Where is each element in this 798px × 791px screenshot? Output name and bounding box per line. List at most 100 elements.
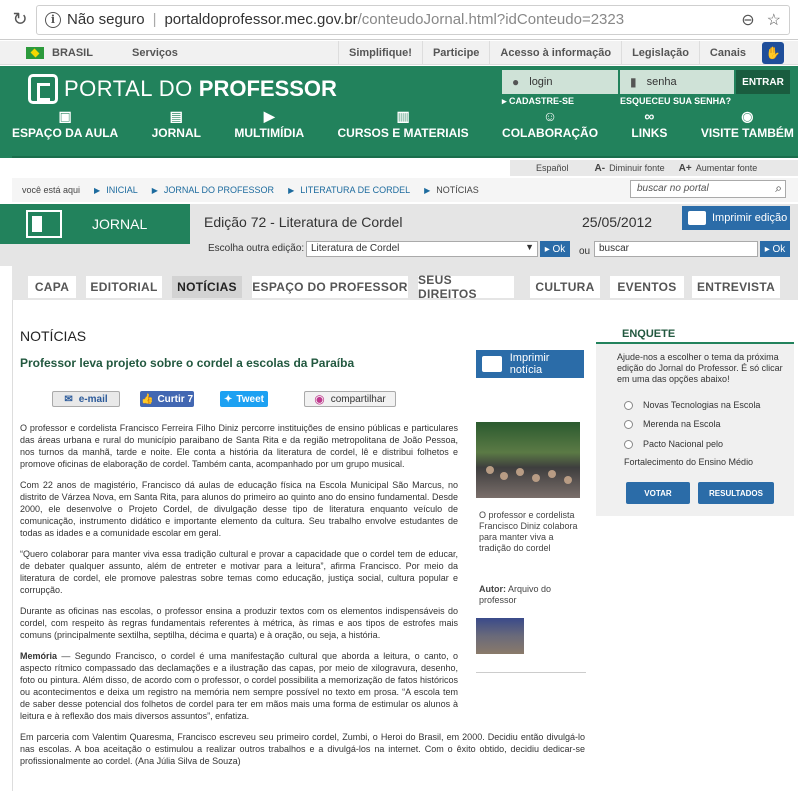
increase-font-link[interactable]: A+ Aumentar fonte [679,163,758,174]
zoom-icon[interactable]: ⊖ [741,10,754,30]
user-icon: ● [512,75,520,89]
security-label: Não seguro [67,11,145,28]
nav-cursos[interactable]: ▥ CURSOS E MATERIAIS [338,108,469,140]
enquete-option[interactable]: Merenda na Escola [624,419,721,429]
tab-seus-direitos[interactable]: SEUS DIREITOS [418,273,514,301]
browser-toolbar: ↻ i Não seguro | portaldoprofessor.mec.g… [0,0,798,40]
lock-icon: ▮ [630,75,637,89]
photo-author: Autor: Arquivo do professor [479,584,552,605]
tab-editorial[interactable]: EDITORIAL [86,276,162,298]
link-icon: ∞ [644,108,655,124]
font-tools: Español A- Diminuir fonte A+ Aumentar font… [510,160,798,176]
newspaper-icon: ▤ [169,108,183,124]
site-header: PORTAL DO PROFESSOR ● login ▮ senha ENTR… [0,66,798,158]
votar-button[interactable]: VOTAR [626,482,690,504]
login-field[interactable]: ● login [502,70,618,94]
edition-ok-button[interactable]: ▸ Ok [540,241,570,257]
tab-espaco-professor[interactable]: ESPAÇO DO PROFESSOR [252,276,408,298]
tab-eventos[interactable]: EVENTOS [610,276,684,298]
gov-link-canais[interactable]: Canais [698,40,756,65]
jornal-search-input[interactable]: buscar [594,241,758,257]
reload-icon[interactable]: ↻ [8,8,32,32]
header-divider [12,156,798,158]
address-bar[interactable]: i Não seguro | portaldoprofessor.mec.gov… [36,4,790,35]
edition-select[interactable]: Literatura de Cordel ▼ [306,241,538,257]
entrar-button[interactable]: ENTRAR [736,70,790,94]
enquete-option-continued: Fortalecimento do Ensino Médio [624,457,754,467]
print-news-button[interactable]: Imprimir notícia [476,350,584,378]
brasil-link[interactable]: BRASIL [52,47,112,59]
people-icon: ☺ [542,108,558,124]
article-paragraph: Com 22 anos de magistério, Francisco dá … [20,480,458,538]
radio-button[interactable] [624,419,633,429]
compartilhar-button[interactable]: ◉ compartilhar [304,391,396,407]
print-edition-button[interactable]: Imprimir edição [682,206,790,230]
portal-logo-icon [28,74,58,104]
decrease-font-link[interactable]: A- Diminuir fonte [595,163,665,174]
nav-links[interactable]: ∞ LINKS [631,108,667,140]
article-paragraph: Durante as oficinas nas escolas, o profe… [20,606,458,640]
edition-title: Edição 72 - Literatura de Cordel [204,214,403,230]
edition-select-label: Escolha outra edição: [208,243,305,254]
twitter-bird-icon: ✦ [224,393,233,405]
tab-entrevista[interactable]: ENTREVISTA [692,276,780,298]
password-field[interactable]: ▮ senha [620,70,734,94]
gov-link-acesso[interactable]: Acesso à informação [489,40,621,65]
nav-jornal[interactable]: ▤ JORNAL [152,108,201,140]
or-label: ou [579,246,591,257]
portal-logo[interactable]: PORTAL DO PROFESSOR [28,74,337,104]
url-path: /conteudoJornal.html?idConteudo=2323 [357,11,625,28]
portal-search-input[interactable]: buscar no portal ⌕ [630,180,786,198]
radio-button[interactable] [624,400,633,410]
tab-cultura[interactable]: CULTURA [530,276,600,298]
accessibility-icon[interactable]: ✋ [762,41,784,64]
printer-icon [688,211,706,225]
share-icon: ◉ [314,392,325,406]
main-nav: ▣ ESPAÇO DA AULA ▤ JORNAL ▶ MULTIMÍDIA ▥ CUR… [12,108,794,140]
section-heading: NOTÍCIAS [20,328,87,344]
radio-button[interactable] [624,439,633,449]
nav-colaboracao[interactable]: ☺ COLABORAÇÃO [502,108,598,140]
nav-multimidia[interactable]: ▶ MULTIMÍDIA [234,108,304,140]
play-icon: ▶ [263,108,275,124]
chevron-down-icon: ▼ [525,242,534,252]
info-icon[interactable]: i [45,11,61,28]
enquete-option[interactable]: Pacto Nacional pelo [624,439,723,449]
search-icon[interactable]: ⌕ [775,181,782,196]
tab-noticias[interactable]: NOTÍCIAS [172,276,242,298]
nav-visite[interactable]: ◉ VISITE TAMBÉM [701,108,794,140]
resultados-button[interactable]: RESULTADOS [698,482,774,504]
article-headline: Professor leva projeto sobre o cordel a … [20,356,355,370]
nav-espaco-da-aula[interactable]: ▣ ESPAÇO DA AULA [12,108,118,140]
breadcrumb-jornal[interactable]: JORNAL DO PROFESSOR [164,185,274,195]
breadcrumb-literatura[interactable]: LITERATURA DE CORDEL [300,185,410,195]
espanol-link[interactable]: Español [536,163,569,173]
printer-icon [482,356,502,372]
enquete-option[interactable]: Novas Tecnologias na Escola [624,400,760,410]
article-paragraph: “Quero colaborar para manter viva essa t… [20,549,458,595]
article-photo[interactable] [476,422,580,498]
search-ok-button[interactable]: ▸ Ok [760,241,790,257]
edition-date: 25/05/2012 [582,214,653,230]
tweet-button[interactable]: ✦ Tweet [220,391,268,407]
article-paragraph: Em parceria com Valentim Quaresma, Franc… [20,732,585,766]
servicos-link[interactable]: Serviços [132,47,178,59]
eye-icon: ◉ [741,108,754,124]
tab-capa[interactable]: CAPA [28,276,76,298]
brazil-flag-icon [26,46,44,59]
article-body: O professor e cordelista Francisco Ferre… [20,422,585,776]
breadcrumb-inicial[interactable]: INICIAL [106,185,138,195]
divider [476,672,586,673]
enquete-title: ENQUETE [622,328,676,340]
gov-link-participe[interactable]: Participe [421,40,489,65]
bookmark-star-icon[interactable]: ☆ [767,10,781,30]
cadastre-link[interactable]: ▸ CADASTRE-SE [502,96,574,107]
forgot-password-link[interactable]: ESQUECEU SUA SENHA? [620,96,731,106]
article-photo-thumbnail[interactable] [476,618,524,654]
gov-link-simplifique[interactable]: Simplifique! [337,40,422,65]
email-share-button[interactable]: ✉ e-mail [52,391,120,407]
gov-link-legislacao[interactable]: Legislação [621,40,699,65]
thumbs-up-icon: 👍 [140,393,154,405]
school-icon: ▣ [58,108,72,124]
facebook-like-button[interactable]: 👍 Curtir 7 [140,391,194,407]
